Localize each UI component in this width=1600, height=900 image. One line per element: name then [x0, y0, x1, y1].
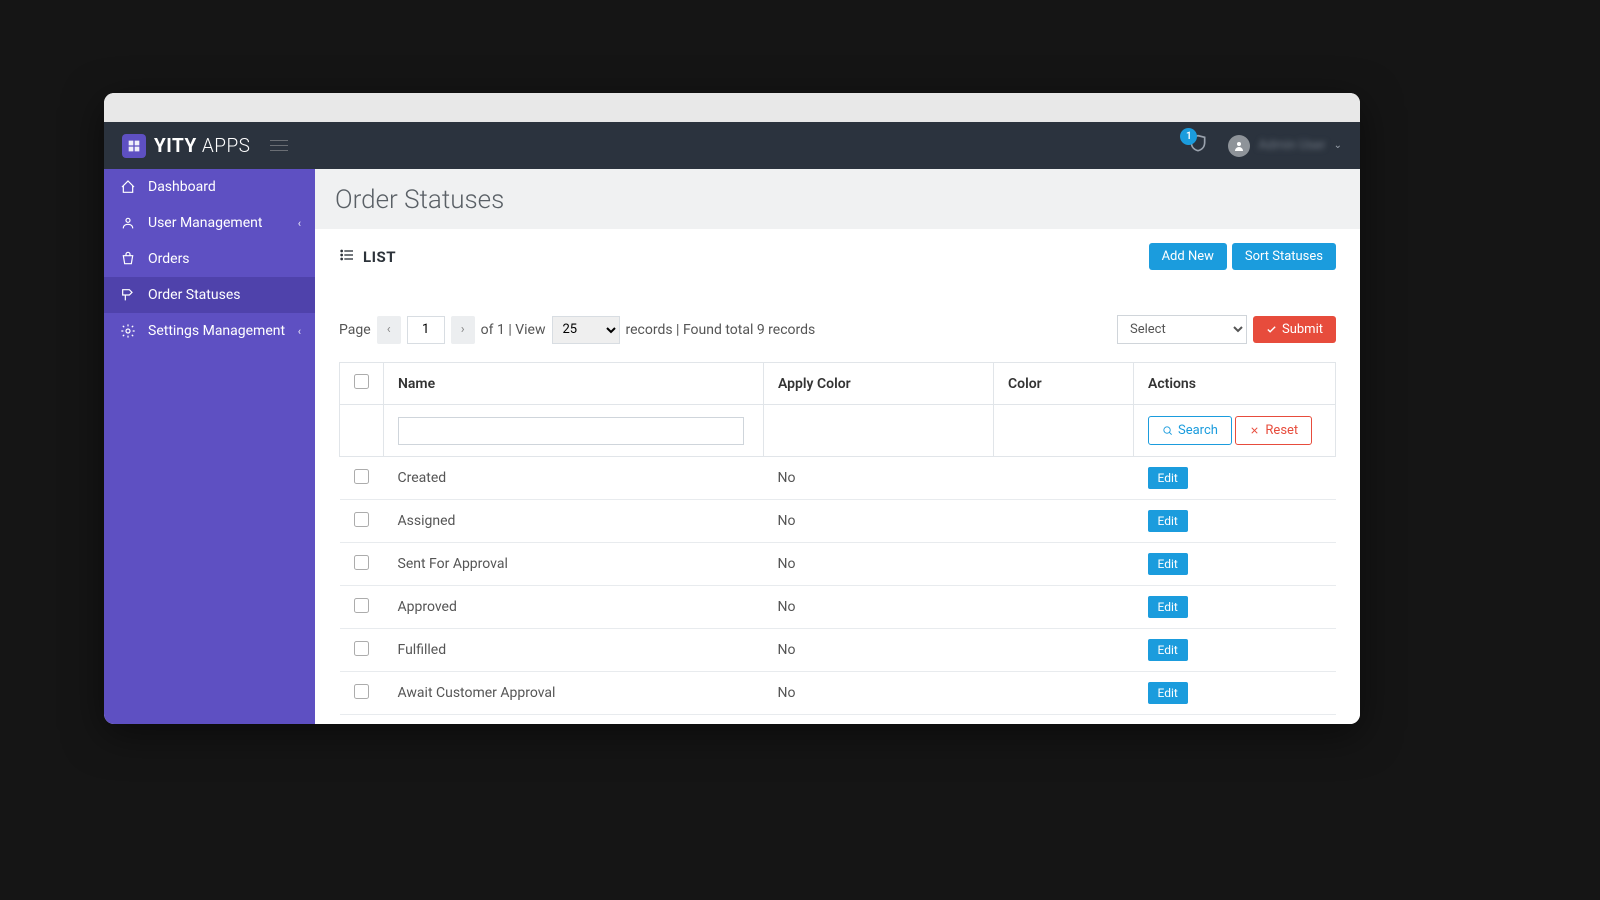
- cell-color: [994, 672, 1134, 715]
- table-row: Sent For ApprovalNo Edit: [340, 543, 1336, 586]
- card-header: LIST Add New Sort Statuses: [315, 229, 1360, 285]
- row-checkbox[interactable]: [354, 684, 369, 699]
- table-row: Customer AcceptedNoEdit: [340, 715, 1336, 725]
- bulk-action-select[interactable]: Select: [1117, 315, 1247, 344]
- table-row: ApprovedNo Edit: [340, 586, 1336, 629]
- sidebar-item-order-statuses[interactable]: Order Statuses: [104, 277, 315, 313]
- cell-color: [994, 500, 1134, 543]
- page-of-label: of 1 | View: [481, 322, 546, 338]
- list-card: LIST Add New Sort Statuses Page ‹ › of 1…: [315, 229, 1360, 724]
- edit-button[interactable]: Edit: [1148, 467, 1188, 489]
- row-checkbox[interactable]: [354, 469, 369, 484]
- cell-name: Approved: [384, 586, 764, 629]
- cell-name: Fulfilled: [384, 629, 764, 672]
- cell-apply-color: No: [764, 457, 994, 500]
- topbar: YITY APPS 1 Admin User ⌄: [104, 122, 1360, 169]
- page-size-select[interactable]: 25: [552, 316, 620, 344]
- bulk-submit-button[interactable]: Submit: [1253, 316, 1336, 343]
- data-table: Name Apply Color Color Actions: [339, 362, 1336, 724]
- cell-apply-color: No: [764, 629, 994, 672]
- page-label: Page: [339, 322, 371, 338]
- cell-apply-color: No: [764, 715, 994, 725]
- window-titlebar: [104, 93, 1360, 122]
- row-checkbox[interactable]: [354, 641, 369, 656]
- sidebar-item-dashboard[interactable]: Dashboard: [104, 169, 315, 205]
- cell-color: [994, 586, 1134, 629]
- cell-color: [994, 629, 1134, 672]
- logo-light: APPS: [202, 134, 251, 157]
- logo-bold: YITY: [154, 134, 197, 157]
- sort-statuses-button[interactable]: Sort Statuses: [1232, 243, 1336, 270]
- actions-header: Actions: [1134, 363, 1336, 405]
- select-all-header: [340, 363, 384, 405]
- name-header: Name: [384, 363, 764, 405]
- apply-color-header: Apply Color: [764, 363, 994, 405]
- records-label: records | Found total 9 records: [626, 322, 816, 338]
- cell-apply-color: No: [764, 543, 994, 586]
- page-next-button[interactable]: ›: [451, 316, 475, 344]
- menu-toggle[interactable]: [270, 140, 288, 151]
- cell-name: Created: [384, 457, 764, 500]
- chevron-left-icon: ‹: [298, 325, 301, 338]
- table-row: FulfilledNo Edit: [340, 629, 1336, 672]
- color-header: Color: [994, 363, 1134, 405]
- page-prev-button[interactable]: ‹: [377, 316, 401, 344]
- select-all-checkbox[interactable]: [354, 374, 369, 389]
- cell-name: Customer Accepted: [384, 715, 764, 725]
- avatar: [1228, 135, 1250, 157]
- username-label: Admin User: [1258, 138, 1325, 153]
- edit-button[interactable]: Edit: [1148, 682, 1188, 704]
- cell-apply-color: No: [764, 672, 994, 715]
- app-window: YITY APPS 1 Admin User ⌄ DashboardUser M…: [104, 93, 1360, 724]
- cell-name: Assigned: [384, 500, 764, 543]
- page-input[interactable]: [407, 316, 445, 344]
- chevron-left-icon: ‹: [298, 217, 301, 230]
- cell-name: Sent For Approval: [384, 543, 764, 586]
- main-content: Order Statuses LIST Add New Sort Statuse…: [315, 169, 1360, 724]
- sidebar-item-orders[interactable]: Orders: [104, 241, 315, 277]
- reset-button[interactable]: Reset: [1235, 416, 1312, 445]
- page-title: Order Statuses: [315, 169, 1360, 229]
- logo: YITY APPS: [122, 134, 250, 158]
- name-filter-input[interactable]: [398, 417, 744, 445]
- edit-button[interactable]: Edit: [1148, 553, 1188, 575]
- cell-color: [994, 457, 1134, 500]
- notification-badge: 1: [1180, 128, 1197, 145]
- sidebar-item-settings-management[interactable]: Settings Management‹: [104, 313, 315, 349]
- table-toolbar: Page ‹ › of 1 | View 25 records | Found …: [315, 285, 1360, 354]
- list-heading: LIST: [339, 247, 396, 267]
- table-row: Await Customer ApprovalNo Edit: [340, 672, 1336, 715]
- sidebar: DashboardUser Management‹OrdersOrder Sta…: [104, 169, 315, 724]
- cell-color: [994, 715, 1134, 725]
- edit-button[interactable]: Edit: [1148, 510, 1188, 532]
- add-new-button[interactable]: Add New: [1149, 243, 1227, 270]
- sidebar-item-user-management[interactable]: User Management‹: [104, 205, 315, 241]
- edit-button[interactable]: Edit: [1148, 596, 1188, 618]
- notifications-button[interactable]: 1: [1188, 134, 1208, 158]
- table-row: CreatedNo Edit: [340, 457, 1336, 500]
- search-button[interactable]: Search: [1148, 416, 1232, 445]
- row-checkbox[interactable]: [354, 555, 369, 570]
- cell-name: Await Customer Approval: [384, 672, 764, 715]
- list-icon: [339, 247, 355, 267]
- edit-button[interactable]: Edit: [1148, 639, 1188, 661]
- row-checkbox[interactable]: [354, 598, 369, 613]
- cell-apply-color: No: [764, 586, 994, 629]
- chevron-down-icon: ⌄: [1334, 140, 1342, 151]
- logo-icon: [122, 134, 146, 158]
- cell-apply-color: No: [764, 500, 994, 543]
- table-row: AssignedNo Edit: [340, 500, 1336, 543]
- cell-color: [994, 543, 1134, 586]
- row-checkbox[interactable]: [354, 512, 369, 527]
- user-menu[interactable]: Admin User ⌄: [1228, 135, 1342, 157]
